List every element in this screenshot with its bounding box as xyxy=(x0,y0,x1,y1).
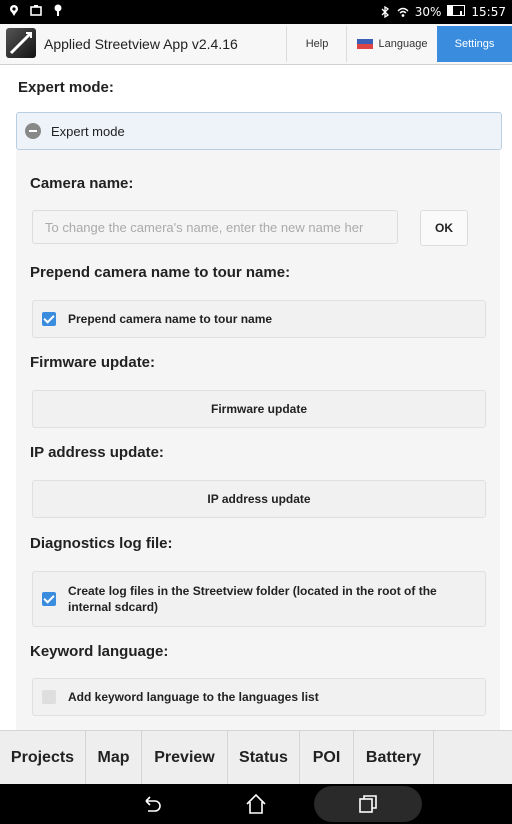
ok-button[interactable]: OK xyxy=(420,210,468,246)
shield-icon xyxy=(54,4,62,16)
tab-projects[interactable]: Projects xyxy=(0,731,86,785)
app-logo xyxy=(6,28,36,58)
keyword-language-checkbox-label: Add keyword language to the languages li… xyxy=(68,690,319,704)
flag-icon xyxy=(356,39,373,49)
keyword-language-checkbox-row[interactable]: Add keyword language to the languages li… xyxy=(32,678,486,716)
firmware-update-button[interactable]: Firmware update xyxy=(32,390,486,428)
tab-battery[interactable]: Battery xyxy=(354,731,434,785)
briefcase-icon xyxy=(30,5,42,16)
back-icon[interactable] xyxy=(140,792,164,816)
ip-address-update-button[interactable]: IP address update xyxy=(32,480,486,518)
collapse-icon xyxy=(25,123,41,139)
expert-mode-collapsible[interactable]: Expert mode xyxy=(16,112,502,150)
settings-button[interactable]: Settings xyxy=(437,26,512,62)
battery-percent: 30% xyxy=(414,5,442,19)
bluetooth-icon xyxy=(381,6,389,18)
keyword-language-checkbox[interactable] xyxy=(42,690,56,704)
camera-name-input[interactable] xyxy=(32,210,398,244)
recents-icon[interactable] xyxy=(356,792,380,816)
wifi-icon xyxy=(397,7,409,17)
clock: 15:57 xyxy=(471,5,506,19)
tab-preview[interactable]: Preview xyxy=(142,731,228,785)
diagnostics-checkbox[interactable] xyxy=(42,592,56,606)
diagnostics-checkbox-row[interactable]: Create log files in the Streetview folde… xyxy=(32,571,486,627)
main-content: Expert mode: Expert mode Camera name: OK… xyxy=(0,64,512,730)
language-button[interactable]: Language xyxy=(346,26,437,62)
tab-map[interactable]: Map xyxy=(86,731,142,785)
prepend-label: Prepend camera name to tour name: xyxy=(30,264,291,281)
app-header: Applied Streetview App v2.4.16 Help Lang… xyxy=(0,24,512,65)
navigation-bar xyxy=(0,784,512,824)
home-icon[interactable] xyxy=(244,792,268,816)
firmware-label: Firmware update: xyxy=(30,354,156,371)
app-title: Applied Streetview App v2.4.16 xyxy=(44,36,238,52)
tab-poi[interactable]: POI xyxy=(300,731,354,785)
tab-status[interactable]: Status xyxy=(228,731,300,785)
keyword-language-label: Keyword language: xyxy=(30,643,169,660)
prepend-checkbox-row[interactable]: Prepend camera name to tour name xyxy=(32,300,486,338)
ip-address-label: IP address update: xyxy=(30,444,164,461)
collapsible-label: Expert mode xyxy=(51,123,125,139)
prepend-checkbox-label: Prepend camera name to tour name xyxy=(68,312,273,326)
status-bar: 30% 15:57 xyxy=(0,0,512,24)
diagnostics-checkbox-label: Create log files in the Streetview folde… xyxy=(68,584,437,614)
bottom-tab-bar: Projects Map Preview Status POI Battery xyxy=(0,730,512,785)
camera-name-label: Camera name: xyxy=(30,175,134,192)
page-title: Expert mode: xyxy=(18,79,114,96)
location-icon xyxy=(10,5,18,16)
prepend-checkbox[interactable] xyxy=(42,312,56,326)
diagnostics-label: Diagnostics log file: xyxy=(30,535,173,552)
battery-icon xyxy=(447,5,466,19)
help-button[interactable]: Help xyxy=(286,26,347,62)
language-label: Language xyxy=(378,38,428,50)
